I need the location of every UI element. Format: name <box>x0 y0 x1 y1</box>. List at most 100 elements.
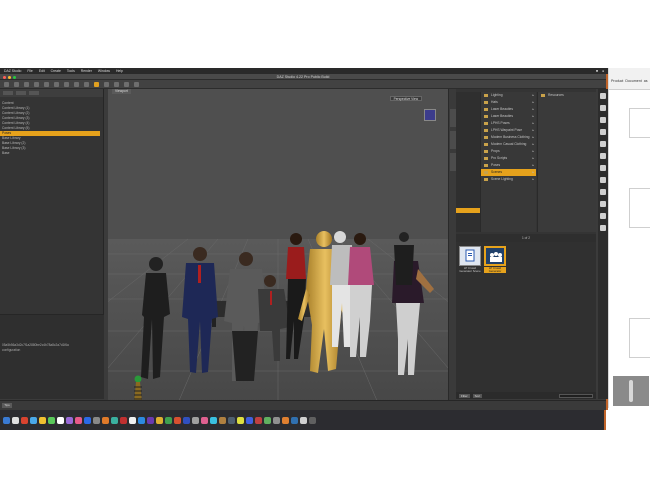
rotate-icon[interactable] <box>74 81 79 87</box>
bg-tab-product[interactable]: Product <box>611 79 623 89</box>
app-icon[interactable] <box>219 416 226 424</box>
app-icon[interactable] <box>237 416 244 424</box>
app-icon[interactable] <box>174 416 181 424</box>
library-tree-item[interactable]: Lighting <box>481 92 536 99</box>
app-icon[interactable] <box>120 416 127 424</box>
library-tree-item[interactable]: Laser Beauties <box>481 113 536 120</box>
globe-icon[interactable] <box>600 141 606 147</box>
library-tree-item[interactable]: Poses <box>481 162 536 169</box>
minimize-icon[interactable] <box>8 75 11 79</box>
calendar-icon[interactable] <box>57 416 64 424</box>
panel-tab[interactable] <box>29 91 39 95</box>
library-tree-item[interactable]: LPHS Poses <box>481 120 536 127</box>
app-icon[interactable] <box>228 416 235 424</box>
view-cube-icon[interactable] <box>424 109 436 121</box>
appstore-icon[interactable] <box>84 416 91 424</box>
root-selection[interactable] <box>456 208 480 213</box>
home-icon[interactable] <box>600 93 606 99</box>
grid-icon[interactable] <box>600 213 606 219</box>
library-tree-item[interactable]: Hats <box>481 99 536 106</box>
app-icon[interactable] <box>201 416 208 424</box>
app-icon[interactable] <box>282 416 289 424</box>
app-icon[interactable] <box>147 416 154 424</box>
grid-icon[interactable] <box>124 81 129 87</box>
camera-selector[interactable]: Perspective View <box>389 96 422 101</box>
move-icon[interactable] <box>64 81 69 87</box>
app-icon[interactable] <box>210 416 217 424</box>
camera-icon[interactable] <box>114 81 119 87</box>
library-tree-item[interactable]: Scenes <box>481 169 536 176</box>
library-tree-item[interactable]: Pro Scripts <box>481 155 536 162</box>
app-icon[interactable] <box>111 416 118 424</box>
menu-file[interactable]: File <box>27 69 32 73</box>
settings-icon[interactable] <box>134 81 139 87</box>
library-tree-item[interactable]: Props <box>481 148 536 155</box>
library-tree-item[interactable]: Laser Beauties <box>481 106 536 113</box>
library-tree-item[interactable]: Scene Lighting <box>481 176 536 183</box>
finder-icon[interactable] <box>3 416 10 424</box>
safari-icon[interactable] <box>30 416 37 424</box>
save-icon[interactable] <box>24 81 29 87</box>
menu-window[interactable]: Window <box>98 69 110 73</box>
tips-button[interactable]: Tips <box>2 403 12 408</box>
select-icon[interactable] <box>54 81 59 87</box>
panel-tab[interactable] <box>3 91 13 95</box>
menu-create[interactable]: Create <box>51 69 61 73</box>
trash-icon[interactable] <box>309 416 316 424</box>
library-tree-item[interactable]: LPHS Warpaint Pose <box>481 127 536 134</box>
menu-tools[interactable]: Tools <box>67 69 75 73</box>
settings-icon[interactable] <box>93 416 100 424</box>
scale-icon[interactable] <box>84 81 89 87</box>
library-tree-item[interactable]: Modern Business Clothing <box>481 134 536 141</box>
camera-icon[interactable] <box>600 117 606 123</box>
viewport[interactable]: Viewport Perspective View <box>108 89 448 403</box>
podcasts-icon[interactable] <box>66 416 73 424</box>
scene-canvas[interactable] <box>108 89 448 403</box>
status-icon[interactable]: ● <box>602 69 604 73</box>
new-icon[interactable] <box>4 81 9 87</box>
menu-render[interactable]: Render <box>81 69 92 73</box>
app-icon[interactable] <box>192 416 199 424</box>
bg-tab-document[interactable]: Document <box>625 79 641 89</box>
hand-icon[interactable] <box>600 189 606 195</box>
render-icon[interactable] <box>94 81 99 87</box>
app-icon[interactable] <box>183 416 190 424</box>
app-icon[interactable] <box>246 416 253 424</box>
folder-resources[interactable]: Resources <box>538 92 596 99</box>
asset-tile[interactable]: LP Crowd Generator Scene <box>459 246 481 273</box>
light-icon[interactable] <box>104 81 109 87</box>
gear-icon[interactable] <box>600 153 606 159</box>
close-icon[interactable] <box>3 75 6 79</box>
redo-icon[interactable] <box>44 81 49 87</box>
app-icon[interactable] <box>264 416 271 424</box>
filter-button[interactable]: Filter <box>459 393 470 398</box>
undo-icon[interactable] <box>34 81 39 87</box>
asset-tile-selected[interactable]: LP Crowd Generator <box>484 246 506 274</box>
messages-icon[interactable] <box>48 416 55 424</box>
brush-icon[interactable] <box>600 165 606 171</box>
library-tree-item[interactable]: Modern Casual Clothing <box>481 141 536 148</box>
app-icon[interactable] <box>291 416 298 424</box>
bg-tab-as[interactable]: as <box>644 79 648 89</box>
app-icon[interactable] <box>255 416 262 424</box>
maximize-icon[interactable] <box>13 75 16 79</box>
zoom-icon[interactable] <box>600 201 606 207</box>
app-icon[interactable] <box>156 416 163 424</box>
eye-icon[interactable] <box>600 105 606 111</box>
app-icon[interactable] <box>129 416 136 424</box>
menu-help[interactable]: Help <box>116 69 123 73</box>
light-icon[interactable] <box>600 129 606 135</box>
menu-app[interactable]: DAZ Studio <box>4 69 21 73</box>
app-icon[interactable] <box>138 416 145 424</box>
status-icon[interactable]: ■ <box>596 69 598 73</box>
app-icon[interactable] <box>165 416 172 424</box>
daz-icon[interactable] <box>102 416 109 424</box>
viewport-tab[interactable]: Viewport <box>112 89 131 94</box>
notes-icon[interactable] <box>39 416 46 424</box>
app-icon[interactable] <box>21 416 28 424</box>
app-icon[interactable] <box>273 416 280 424</box>
app-icon[interactable] <box>300 416 307 424</box>
music-icon[interactable] <box>75 416 82 424</box>
info-icon[interactable] <box>600 225 606 231</box>
launchpad-icon[interactable] <box>12 416 19 424</box>
